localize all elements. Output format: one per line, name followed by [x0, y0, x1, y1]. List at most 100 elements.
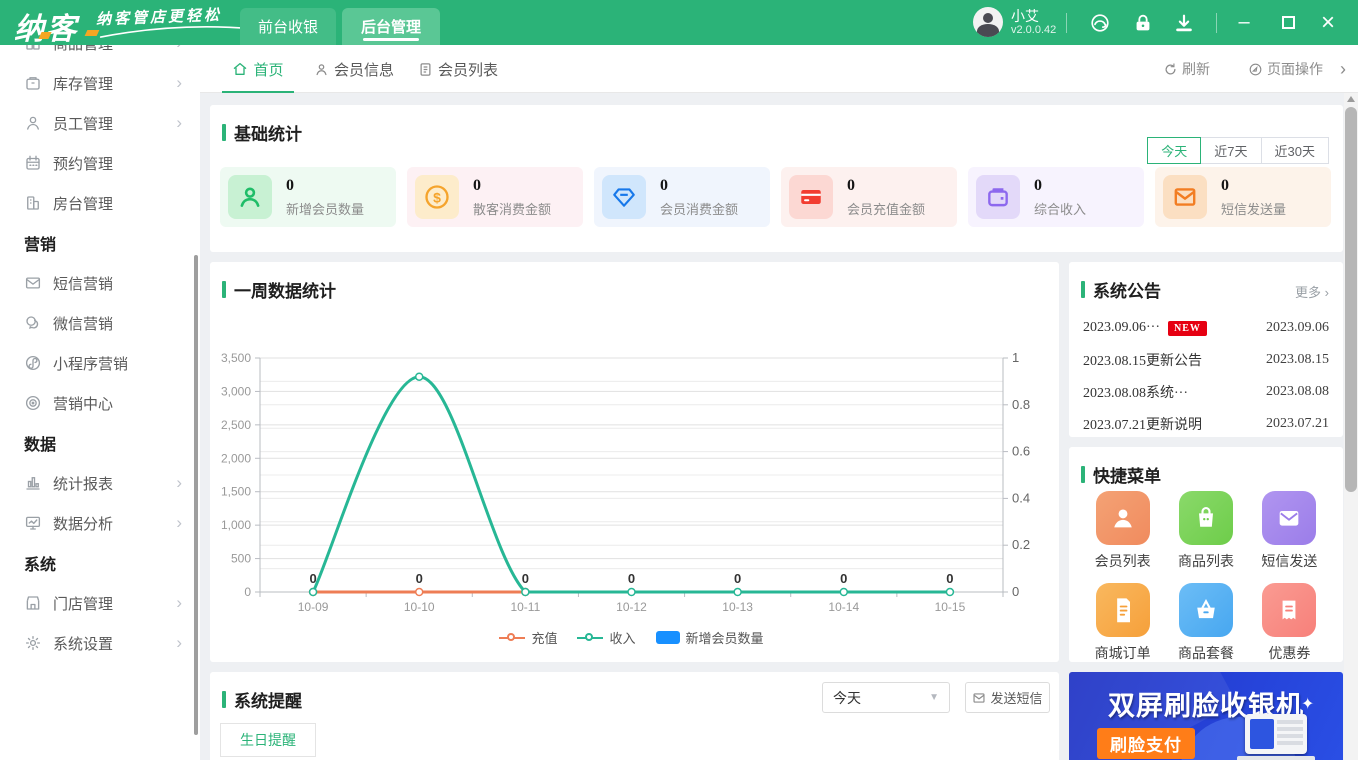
sparkle-icon: ✦: [1301, 696, 1315, 713]
stat-label: 会员消费金额: [660, 201, 739, 217]
legend-marker: [577, 632, 604, 641]
front-pos-button[interactable]: 前台收银: [240, 8, 336, 45]
weekly-chart-title: 一周数据统计: [234, 282, 336, 301]
ad-banner[interactable]: 双屏刷脸收银机 刷脸支付 ✦: [1069, 672, 1343, 760]
announcement-date: 2023.08.08: [1266, 384, 1329, 399]
refresh-icon: [1165, 62, 1176, 74]
quick-mall-orders[interactable]: 商城订单: [1081, 583, 1164, 663]
sidebar-item-stores[interactable]: 门店管理 ›: [0, 583, 200, 623]
reminder-date-select[interactable]: 今天 ▼: [822, 682, 950, 713]
legend-item[interactable]: 新增会员数量: [655, 628, 764, 647]
quick-menu-panel: 快捷菜单 会员列表 商品列表 短信发送 商城订单 商品套餐 优惠券: [1069, 447, 1343, 662]
sidebar-item-wechat-marketing[interactable]: 微信营销: [0, 303, 200, 343]
scrollbar-thumb[interactable]: [1345, 107, 1357, 492]
weekly-chart-panel: 一周数据统计 0 500 1,000 1,500 2,000 2,500 3,000 3,50…: [210, 262, 1059, 662]
birthday-reminder-tab[interactable]: 生日提醒: [220, 723, 316, 757]
page-operations-button[interactable]: 页面操作: [1248, 45, 1323, 93]
scroll-up-arrow[interactable]: [1347, 96, 1355, 102]
refresh-button[interactable]: 刷新: [1163, 45, 1210, 93]
tab-home[interactable]: 首页: [222, 45, 294, 93]
more-link[interactable]: 更多 ›: [1295, 282, 1329, 301]
sidebar-item-analysis[interactable]: 数据分析 ›: [0, 503, 200, 543]
svg-text:0: 0: [628, 571, 635, 586]
window-close-button[interactable]: ×: [1308, 0, 1348, 45]
quick-sms-send[interactable]: 短信发送: [1248, 491, 1331, 571]
announcement-list: 2023.09.06··· NEW 2023.09.06 2023.08.15更…: [1069, 312, 1343, 440]
rooms-icon: [27, 196, 39, 210]
sidebar-item-marketing-center[interactable]: 营销中心: [0, 383, 200, 423]
chart-legend: 充值 收入 新增会员数量: [260, 628, 1003, 647]
active-underline: [363, 38, 419, 41]
basic-stats-title: 基础统计: [234, 125, 302, 144]
announcement-row[interactable]: 2023.08.08系统··· 2023.08.08: [1069, 376, 1343, 408]
user-account[interactable]: 小艾 v2.0.0.42: [973, 7, 1056, 37]
legend-marker: [655, 631, 680, 644]
quick-goods-package[interactable]: 商品套餐: [1164, 583, 1247, 663]
sidebar-item-reports[interactable]: 统计报表 ›: [0, 463, 200, 503]
sidebar-item-sms-marketing[interactable]: 短信营销: [0, 263, 200, 303]
reminders-panel: 系统提醒 今天 ▼ 发送短信 生日提醒: [210, 672, 1059, 760]
sidebar-item-settings[interactable]: 系统设置 ›: [0, 623, 200, 663]
quick-member-list[interactable]: 会员列表: [1081, 491, 1164, 571]
svg-text:0.8: 0.8: [1012, 397, 1030, 412]
chevron-right-icon: ›: [176, 45, 182, 53]
svg-text:1,000: 1,000: [221, 518, 251, 532]
stat-label: 会员充值金额: [847, 201, 926, 217]
window-maximize-button[interactable]: [1268, 0, 1308, 45]
sidebar-item-rooms[interactable]: 房台管理: [0, 183, 200, 223]
gear-icon: [25, 635, 41, 651]
section-accent-bar: [222, 691, 226, 708]
diamond-icon: [602, 175, 646, 219]
collapse-arrow[interactable]: ›: [1340, 45, 1346, 93]
store-icon: [26, 596, 40, 610]
sidebar-item-miniprogram-marketing[interactable]: 小程序营销: [0, 343, 200, 383]
stat-value: 0: [660, 176, 668, 194]
legend-item[interactable]: 收入: [577, 628, 636, 647]
sidebar-scrollbar[interactable]: [194, 255, 198, 735]
member-icon: [228, 175, 272, 219]
svg-text:$: $: [433, 189, 441, 205]
quick-coupons[interactable]: 优惠券: [1248, 583, 1331, 663]
lock-icon[interactable]: [1132, 12, 1154, 34]
sidebar-item-inventory[interactable]: 库存管理 ›: [0, 63, 200, 103]
filter-7days[interactable]: 近7天: [1200, 137, 1262, 164]
svg-text:10-14: 10-14: [828, 600, 859, 614]
miniprogram-icon: [25, 355, 41, 371]
back-admin-button[interactable]: 后台管理: [342, 8, 440, 45]
legend-label: 新增会员数量: [685, 631, 764, 646]
legend-item[interactable]: 充值: [499, 628, 557, 647]
section-accent-bar: [1081, 281, 1085, 298]
announcement-row[interactable]: 2023.08.15更新公告 2023.08.15: [1069, 344, 1343, 376]
sidebar-section-marketing: 营销: [24, 237, 57, 254]
support-icon[interactable]: [1089, 12, 1111, 34]
filter-30days[interactable]: 近30天: [1260, 137, 1329, 164]
announcement-row[interactable]: 2023.09.06··· NEW 2023.09.06: [1069, 312, 1343, 344]
send-sms-button[interactable]: 发送短信: [965, 682, 1050, 713]
chevron-right-icon: ›: [176, 473, 182, 492]
tab-member-list[interactable]: 会员列表: [412, 45, 504, 93]
announcement-date: 2023.07.21: [1266, 416, 1329, 431]
sidebar-item-staff[interactable]: 员工管理 ›: [0, 103, 200, 143]
svg-text:2,500: 2,500: [221, 418, 251, 432]
quick-goods-list[interactable]: 商品列表: [1164, 491, 1247, 571]
window-minimize-button[interactable]: –: [1224, 0, 1264, 45]
svg-text:1: 1: [1012, 350, 1019, 365]
svg-text:10-12: 10-12: [616, 600, 647, 614]
announcement-row[interactable]: 2023.07.21更新说明 2023.07.21: [1069, 408, 1343, 440]
monitor-chart-icon: [25, 516, 41, 530]
sidebar-section-data: 数据: [24, 437, 57, 454]
stat-value: 0: [1221, 176, 1229, 194]
page-scrollbar[interactable]: [1344, 93, 1358, 760]
download-icon[interactable]: [1173, 12, 1195, 34]
filter-today[interactable]: 今天: [1147, 137, 1202, 164]
target-icon: [25, 395, 41, 411]
tab-member-info[interactable]: 会员信息: [308, 45, 400, 93]
page-ops-icon: [1249, 63, 1262, 75]
announcements-title: 系统公告: [1093, 282, 1161, 301]
order-icon: [1095, 583, 1150, 637]
sidebar-item-booking[interactable]: 预约管理: [0, 143, 200, 183]
svg-text:0: 0: [946, 571, 953, 586]
stat-label: 综合收入: [1034, 201, 1087, 217]
ad-badge: 刷脸支付: [1097, 728, 1195, 759]
chevron-right-icon: ›: [176, 593, 182, 612]
